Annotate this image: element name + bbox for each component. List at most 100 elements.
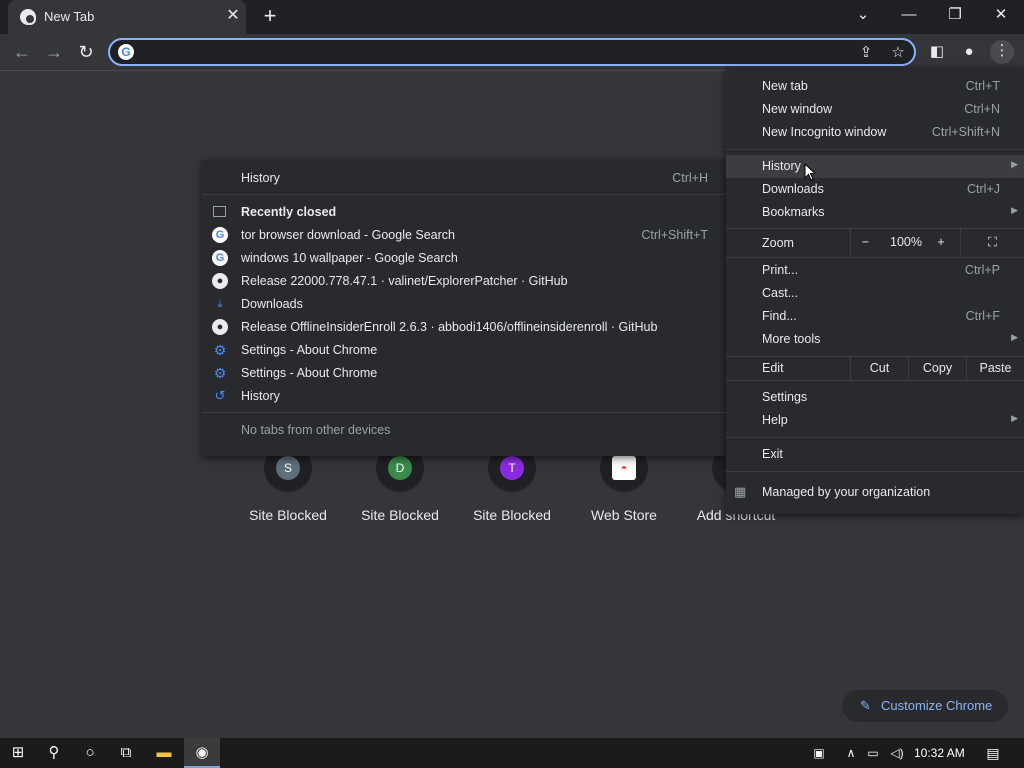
google-icon: G xyxy=(212,227,228,243)
tab-search-icon[interactable]: ⌄ xyxy=(848,4,878,28)
menu-item-settings[interactable]: Settings xyxy=(726,386,1024,409)
menu-item-more-tools[interactable]: More tools ▶ xyxy=(726,328,1024,351)
recently-closed-item[interactable]: ⚙ Settings - About Chrome xyxy=(202,339,728,362)
menu-item-label: New window xyxy=(762,102,833,116)
google-icon: G xyxy=(212,250,228,266)
menu-item-shortcut: Ctrl+Shift+N xyxy=(931,125,1000,139)
history-submenu: History Ctrl+H Recently closed G tor bro… xyxy=(202,160,728,456)
menu-item-shortcut: Ctrl+N xyxy=(964,102,1000,116)
no-tabs-message: No tabs from other devices xyxy=(202,419,728,442)
menu-item-label: Bookmarks xyxy=(762,205,825,219)
toolbar: ← → ↻ G ⇪ ☆ ◧ ● ⋮ xyxy=(0,34,1024,71)
close-window-button[interactable]: ✕ xyxy=(986,4,1016,28)
menu-item-managed[interactable]: ▦ Managed by your organization xyxy=(726,481,1024,504)
new-tab-button[interactable]: + xyxy=(258,5,282,29)
divider xyxy=(726,437,1024,438)
tray-chevron-icon[interactable]: ∧ xyxy=(840,738,862,768)
copy-button[interactable]: Copy xyxy=(908,357,966,380)
submenu-arrow-icon: ▶ xyxy=(1011,205,1018,215)
shortcut-label: Web Store xyxy=(591,507,657,523)
customize-chrome-label: Customize Chrome xyxy=(881,698,993,713)
menu-item-bookmarks[interactable]: Bookmarks ▶ xyxy=(726,201,1024,224)
bookmark-star-icon[interactable]: ☆ xyxy=(888,43,908,63)
file-explorer-icon[interactable]: ▬ xyxy=(146,738,182,768)
menu-item-new-incognito-window[interactable]: New Incognito window Ctrl+Shift+N xyxy=(726,121,1024,144)
forward-button[interactable]: → xyxy=(42,40,66,64)
menu-item-label: Downloads xyxy=(762,182,824,196)
tab-strip: New Tab ✕ + ⌄ — ❐ ✕ xyxy=(0,0,1024,34)
divider xyxy=(202,412,728,413)
menu-item-help[interactable]: Help ▶ xyxy=(726,409,1024,432)
recently-closed-item[interactable]: ● Release OfflineInsiderEnroll 2.6.3 · a… xyxy=(202,316,728,339)
start-button[interactable]: ⊞ xyxy=(0,738,36,768)
menu-item-label: New Incognito window xyxy=(762,125,887,139)
pencil-icon: ✎ xyxy=(860,698,871,713)
menu-item-label: History xyxy=(762,159,801,173)
menu-item-label: Find... xyxy=(762,309,797,323)
menu-item-label: Settings xyxy=(762,390,808,404)
menu-item-label: Help xyxy=(762,413,788,427)
recently-closed-item-label: Settings - About Chrome xyxy=(241,366,378,380)
recently-closed-item-label: Settings - About Chrome xyxy=(241,343,378,357)
recently-closed-item-label: Release OfflineInsiderEnroll 2.6.3 · abb… xyxy=(241,320,658,334)
recently-closed-label: Recently closed xyxy=(241,205,337,219)
menu-item-history[interactable]: History ▶ xyxy=(726,155,1024,178)
google-icon: G xyxy=(118,44,134,60)
history-shortcut: Ctrl+H xyxy=(672,171,708,185)
tab-close-icon[interactable]: ✕ xyxy=(224,7,242,25)
zoom-in-button[interactable]: + xyxy=(926,228,956,257)
address-bar[interactable]: G ⇪ ☆ xyxy=(108,38,916,66)
minimize-button[interactable]: — xyxy=(894,4,924,28)
recently-closed-item[interactable]: ↺ History xyxy=(202,385,728,408)
chrome-taskbar-icon[interactable]: ◉ xyxy=(184,738,220,768)
web-store-icon: ◓ xyxy=(612,456,636,480)
task-view-icon[interactable]: ⧉ xyxy=(108,738,144,768)
restore-button[interactable]: ❐ xyxy=(940,4,970,28)
recently-closed-item[interactable]: ● Release 22000.778.47.1 · valinet/Explo… xyxy=(202,270,728,293)
tray-keyboard-icon[interactable]: ▣ xyxy=(808,738,830,768)
search-icon[interactable]: ⚲ xyxy=(36,738,72,768)
share-icon[interactable]: ⇪ xyxy=(856,43,876,63)
menu-item-exit[interactable]: Exit xyxy=(726,443,1024,466)
side-panel-icon[interactable]: ◧ xyxy=(926,41,948,63)
tab-new-tab[interactable]: New Tab ✕ xyxy=(8,0,246,34)
menu-item-print[interactable]: Print... Ctrl+P xyxy=(726,259,1024,282)
divider xyxy=(726,257,1024,258)
fullscreen-icon[interactable]: ⛶ xyxy=(960,228,1024,257)
reload-button[interactable]: ↻ xyxy=(74,40,98,64)
network-icon[interactable]: ▭ xyxy=(862,738,884,768)
cut-button[interactable]: Cut xyxy=(850,357,908,380)
menu-item-new-tab[interactable]: New tab Ctrl+T xyxy=(726,75,1024,98)
window-icon xyxy=(213,206,226,217)
github-icon: ● xyxy=(212,273,228,289)
menu-item-zoom: Zoom − 100% + ⛶ xyxy=(726,228,1024,257)
cortana-icon[interactable]: ○ xyxy=(72,738,108,768)
menu-item-new-window[interactable]: New window Ctrl+N xyxy=(726,98,1024,121)
windows-taskbar: ⊞ ⚲ ○ ⧉ ▬ ◉ ▣ ∧ ▭ ◁) 10:32 AM ▤ xyxy=(0,738,1024,768)
menu-item-shortcut: Ctrl+P xyxy=(964,263,1000,277)
menu-item-find[interactable]: Find... Ctrl+F xyxy=(726,305,1024,328)
menu-item-cast[interactable]: Cast... xyxy=(726,282,1024,305)
profile-icon[interactable]: ● xyxy=(958,41,980,63)
paste-button[interactable]: Paste xyxy=(966,357,1024,380)
history-menu-item[interactable]: History Ctrl+H xyxy=(202,167,728,190)
address-input[interactable] xyxy=(140,42,840,62)
recently-closed-item[interactable]: ⤓ Downloads xyxy=(202,293,728,316)
back-button[interactable]: ← xyxy=(10,40,34,64)
menu-item-label: Exit xyxy=(762,447,783,461)
recently-closed-item[interactable]: G windows 10 wallpaper - Google Search xyxy=(202,247,728,270)
submenu-arrow-icon: ▶ xyxy=(1011,413,1018,423)
recently-closed-item[interactable]: G tor browser download - Google Search C… xyxy=(202,224,728,247)
chrome-menu-button[interactable]: ⋮ xyxy=(990,40,1014,64)
recently-closed-item[interactable]: ⚙ Settings - About Chrome xyxy=(202,362,728,385)
zoom-out-button[interactable]: − xyxy=(850,228,880,257)
menu-item-label: More tools xyxy=(762,332,821,346)
customize-chrome-button[interactable]: ✎ Customize Chrome xyxy=(842,690,1008,722)
building-icon: ▦ xyxy=(734,484,747,499)
recently-closed-header: Recently closed xyxy=(202,201,728,224)
clock[interactable]: 10:32 AM xyxy=(914,746,965,760)
menu-item-downloads[interactable]: Downloads Ctrl+J xyxy=(726,178,1024,201)
notification-icon[interactable]: ▤ xyxy=(982,738,1004,768)
divider xyxy=(726,149,1024,150)
volume-icon[interactable]: ◁) xyxy=(886,738,908,768)
